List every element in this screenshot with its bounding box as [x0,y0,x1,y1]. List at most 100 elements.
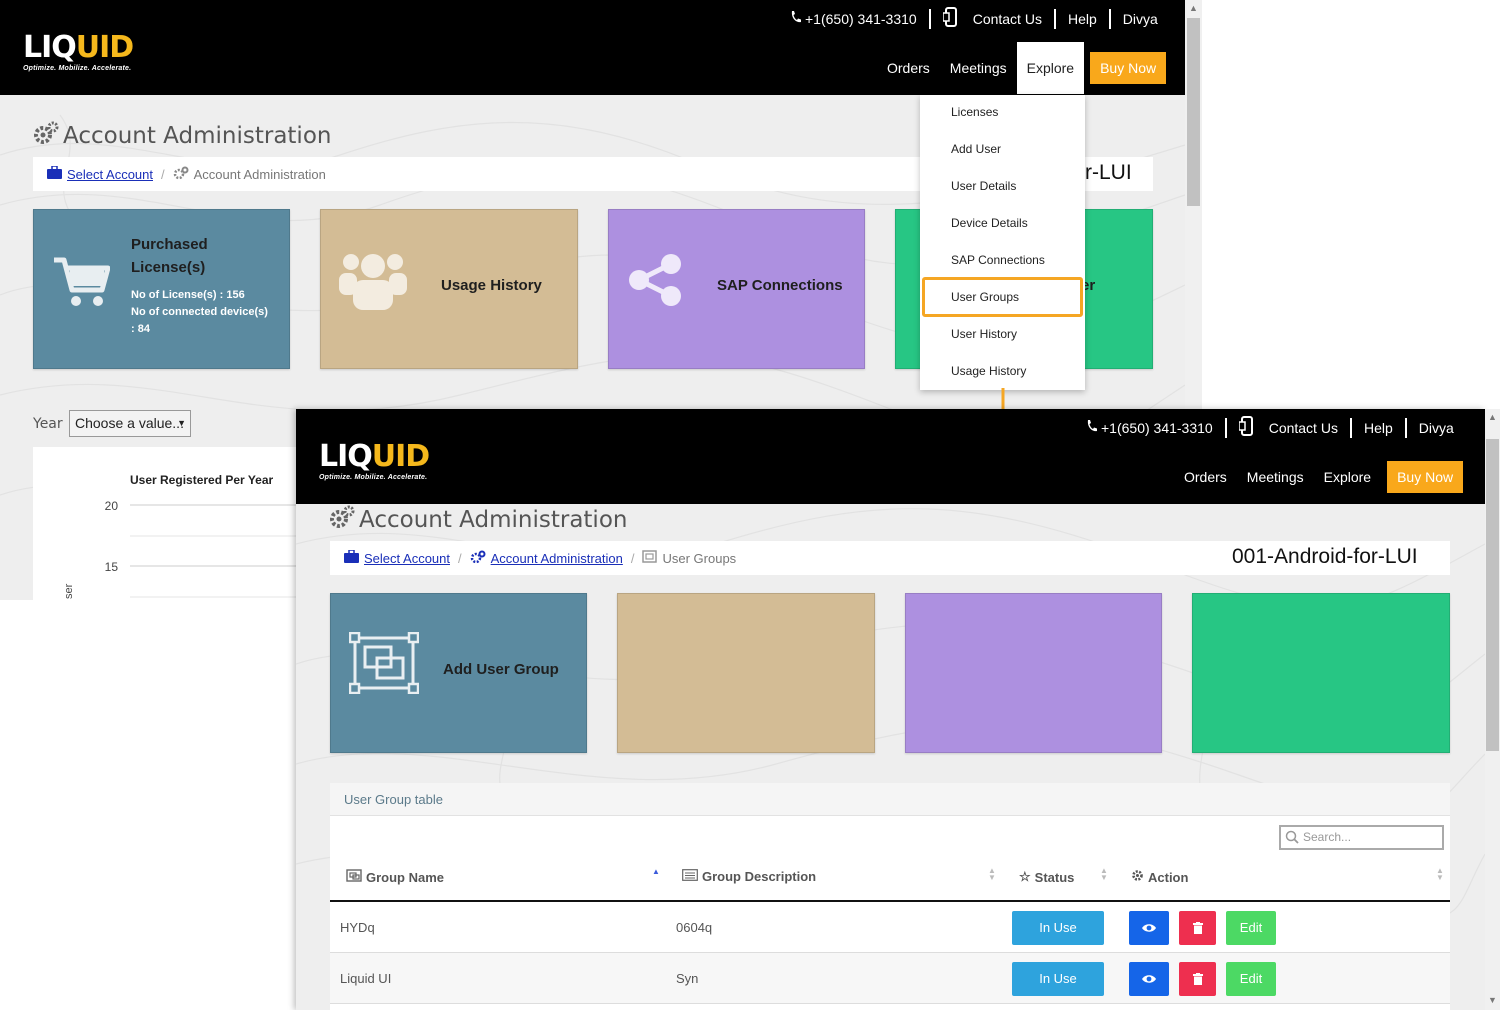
add-user-group-label: Add User Group [443,661,559,678]
divider [1108,8,1111,29]
liquid-logo[interactable]: LIQUID Optimize. Mobilize. Accelerate. [319,442,430,482]
breadcrumb-select-account[interactable]: Select Account [67,167,153,182]
scroll-up-icon[interactable]: ▲ [1189,3,1198,13]
scroll-down-icon[interactable]: ▼ [1488,995,1497,1005]
user-menu[interactable]: Divya [1419,420,1454,436]
user-registered-chart: User Registered Per Year 20 15 ser [33,447,298,600]
background-scrollbar[interactable]: ▲ [1185,0,1202,410]
tan-tile[interactable] [617,593,875,753]
menu-item-user-details[interactable]: User Details [951,176,1016,196]
devices-count-1: No of connected device(s) [131,306,268,318]
buy-now-button[interactable]: Buy Now [1387,461,1464,493]
nav-meetings[interactable]: Meetings [1237,451,1314,503]
utility-links: +1(650) 341-3310 Contact Us Help Divya [1086,416,1454,439]
add-user-group-tile[interactable]: Add User Group [330,593,587,753]
scroll-up-icon[interactable]: ▲ [1488,412,1497,422]
account-name: r-LUI [1085,161,1132,184]
purple-tile[interactable] [905,593,1162,753]
gears-icon [33,121,59,151]
utility-links: +1(650) 341-3310 Contact Us Help Divya [790,7,1158,30]
delete-button[interactable] [1179,962,1216,996]
breadcrumb-current: Account Administration [193,166,326,182]
menu-item-sap-connections[interactable]: SAP Connections [951,250,1045,270]
green-tile[interactable] [1192,593,1450,753]
user-group-icon [642,550,658,566]
column-group-name[interactable]: Group Name [346,869,444,885]
column-action[interactable]: Action [1131,869,1188,885]
phone-icon [790,10,801,27]
gears-icon [329,505,355,535]
help-link[interactable]: Help [1068,11,1097,27]
liquid-logo[interactable]: LIQUID Optimize. Mobilize. Accelerate. [23,33,134,73]
eye-icon [1142,975,1156,983]
group-description-cell: Syn [676,971,699,986]
column-group-description[interactable]: Group Description [682,869,816,884]
list-icon [682,869,698,884]
briefcase-icon [47,165,62,182]
view-button[interactable] [1129,962,1169,996]
group-objects-icon [348,631,420,699]
explore-dropdown-menu: Licenses Add User User Details Device De… [920,95,1085,390]
purchased-licenses-tile[interactable]: Purchased License(s) No of License(s) : … [33,209,290,369]
contact-us-link[interactable]: Contact Us [1269,420,1338,436]
trash-icon [1192,922,1203,934]
help-link[interactable]: Help [1364,420,1393,436]
edit-button[interactable]: Edit [1226,911,1276,945]
sort-both-icon[interactable]: ▲ ▼ [988,867,996,882]
menu-item-user-groups[interactable]: User Groups [951,287,1019,307]
divider [928,8,931,29]
scroll-thumb[interactable] [1486,439,1499,751]
logo-tagline: Optimize. Mobilize. Accelerate. [319,474,428,481]
sap-connections-tile[interactable]: SAP Connections [608,209,865,369]
briefcase-icon [344,549,359,566]
user-menu[interactable]: Divya [1123,11,1158,27]
devices-count-2: : 84 [131,323,150,335]
edit-button[interactable]: Edit [1226,962,1276,996]
group-name-cell: HYDq [340,920,375,935]
top-header: LIQUID Optimize. Mobilize. Accelerate. +… [0,0,1185,95]
sort-asc-icon[interactable]: ▲ [652,868,660,876]
column-status[interactable]: ☆ Status [1019,869,1074,885]
star-icon: ☆ [1019,869,1031,884]
sort-both-icon[interactable]: ▲ ▼ [1100,867,1108,882]
sap-connections-label: SAP Connections [717,277,843,294]
contact-us-link[interactable]: Contact Us [973,11,1042,27]
status-in-use-button[interactable]: In Use [1012,962,1104,996]
licenses-count: No of License(s) : 156 [131,289,245,301]
page-title: Account Administration [329,505,627,535]
breadcrumb-account-administration[interactable]: Account Administration [491,551,623,566]
scroll-thumb[interactable] [1187,18,1200,206]
nav-explore[interactable]: Explore [1314,451,1381,503]
divider [1053,8,1056,29]
nav-meetings[interactable]: Meetings [940,42,1017,94]
main-nav: Orders Meetings Explore Buy Now [877,42,1167,94]
menu-item-device-details[interactable]: Device Details [951,213,1028,233]
phone-number[interactable]: +1(650) 341-3310 [1101,420,1213,436]
table-search-input[interactable]: Search... [1279,825,1444,850]
menu-item-usage-history[interactable]: Usage History [951,361,1026,381]
table-title: User Group table [330,783,1450,816]
page-scrollbar[interactable]: ▲ ▼ [1485,409,1500,1010]
divider [1404,417,1407,438]
main-nav: Orders Meetings Explore Buy Now [1174,451,1464,503]
group-icon [346,869,362,885]
view-button[interactable] [1129,911,1169,945]
buy-now-button[interactable]: Buy Now [1090,52,1167,84]
sort-both-icon[interactable]: ▲ ▼ [1436,867,1444,882]
gear-icon [1131,869,1144,885]
usage-history-tile[interactable]: Usage History [320,209,578,369]
phone-number[interactable]: +1(650) 341-3310 [805,11,917,27]
phone-icon [1086,419,1097,436]
menu-item-add-user[interactable]: Add User [951,139,1001,159]
nav-orders[interactable]: Orders [877,42,940,94]
breadcrumb-select-account[interactable]: Select Account [364,551,450,566]
menu-item-licenses[interactable]: Licenses [951,102,998,122]
menu-item-user-history[interactable]: User History [951,324,1017,344]
nav-orders[interactable]: Orders [1174,451,1237,503]
nav-explore[interactable]: Explore [1016,42,1085,94]
year-select[interactable]: Choose a value... ▼ [69,410,191,437]
eye-icon [1142,924,1156,932]
status-in-use-button[interactable]: In Use [1012,911,1104,945]
delete-button[interactable] [1179,911,1216,945]
contact-device-icon [1237,416,1255,439]
